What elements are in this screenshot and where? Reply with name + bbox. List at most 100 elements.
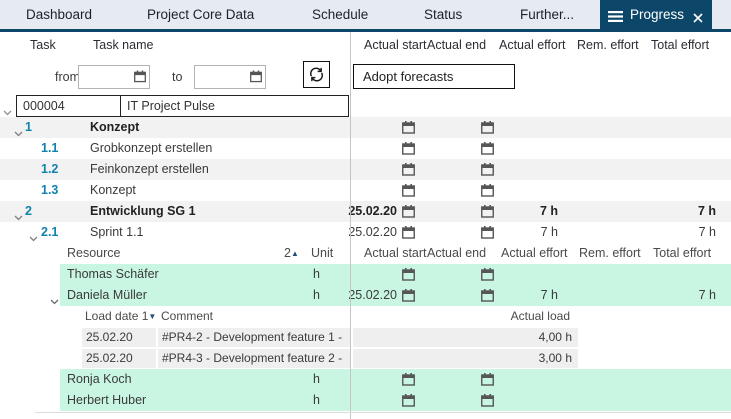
calendar-icon[interactable] <box>402 184 415 202</box>
calendar-icon[interactable] <box>402 205 415 223</box>
col-load-date[interactable]: Load date 1▼ <box>85 306 156 327</box>
panel-divider <box>350 32 351 419</box>
col-actual-start: Actual start <box>364 243 427 264</box>
to-label: to <box>172 65 182 89</box>
to-date-field <box>194 65 266 89</box>
refresh-button[interactable] <box>303 61 330 88</box>
task-id: 1.3 <box>41 180 58 201</box>
col-actual-start: Actual start <box>364 34 427 57</box>
task-row[interactable]: 1 Konzept <box>0 117 731 138</box>
calendar-icon[interactable] <box>481 289 494 307</box>
resource-name: Herbert Huber <box>67 390 146 411</box>
sort-desc-icon: ▼ <box>148 312 156 321</box>
calendar-icon[interactable] <box>402 121 415 139</box>
resource-name: Thomas Schäfer <box>67 264 159 285</box>
project-row[interactable]: 000004 IT Project Pulse <box>0 96 731 117</box>
grid-header-row: Task Task name Actual start Actual end A… <box>0 34 731 57</box>
col-unit[interactable]: Unit <box>311 243 333 264</box>
table-bottom-border <box>35 412 731 413</box>
project-id-cell[interactable]: 000004 <box>16 95 121 117</box>
load-row[interactable]: 25.02.20 #PR4-2 - Development feature 1 … <box>0 327 731 348</box>
calendar-icon[interactable] <box>402 163 415 181</box>
col-total-effort: Total effort <box>653 243 711 264</box>
resource-header-row: Resource 2▲ Unit Actual start Actual end… <box>0 243 731 264</box>
actual-effort-value: 7 h <box>495 222 558 243</box>
calendar-icon[interactable] <box>481 163 494 181</box>
resource-unit: h <box>313 264 320 285</box>
resource-row[interactable]: Herbert Huber h <box>0 390 731 411</box>
col-task: Task <box>30 34 56 57</box>
task-name: Sprint 1.1 <box>90 222 144 243</box>
task-row[interactable]: 1.1 Grobkonzept erstellen <box>0 138 731 159</box>
calendar-icon[interactable] <box>402 373 415 391</box>
col-rem-effort: Rem. effort <box>577 34 639 57</box>
task-row[interactable]: 2 Entwicklung SG 1 25.02.20 7 h 7 h <box>0 201 731 222</box>
tab-project-core-data[interactable]: Project Core Data <box>147 0 254 29</box>
task-row[interactable]: 1.2 Feinkonzept erstellen <box>0 159 731 180</box>
from-date-input[interactable] <box>81 66 133 88</box>
calendar-icon[interactable] <box>481 121 494 139</box>
calendar-icon[interactable] <box>481 394 494 412</box>
task-name: Feinkonzept erstellen <box>90 159 209 180</box>
tab-status[interactable]: Status <box>424 0 462 29</box>
load-header-row: Load date 1▼ Comment Actual load <box>0 306 731 327</box>
calendar-icon[interactable] <box>481 373 494 391</box>
calendar-icon[interactable] <box>402 142 415 160</box>
resource-unit: h <box>313 390 320 411</box>
load-comment: #PR4-2 - Development feature 1 - <box>158 328 350 347</box>
resource-row[interactable]: Ronja Koch h <box>0 369 731 390</box>
resource-name: Daniela Müller <box>67 285 147 306</box>
calendar-icon[interactable] <box>134 70 146 88</box>
task-id: 2.1 <box>41 222 58 243</box>
task-name: Konzept <box>90 180 136 201</box>
sort-indicator[interactable]: 2▲ <box>284 243 299 264</box>
tab-further[interactable]: Further... <box>520 0 574 29</box>
col-actual-load[interactable]: Actual load <box>450 306 570 327</box>
calendar-icon[interactable] <box>481 268 494 286</box>
actual-start-value: 25.02.20 <box>340 285 397 306</box>
col-task-name: Task name <box>93 34 153 57</box>
calendar-icon[interactable] <box>402 394 415 412</box>
load-date: 25.02.20 <box>82 349 156 368</box>
task-row[interactable]: 2.1 Sprint 1.1 25.02.20 7 h 7 h <box>0 222 731 243</box>
resource-row[interactable]: Thomas Schäfer h <box>0 264 731 285</box>
resource-name: Ronja Koch <box>67 369 132 390</box>
calendar-icon[interactable] <box>481 184 494 202</box>
col-actual-end: Actual end <box>427 243 486 264</box>
total-effort-value: 7 h <box>640 222 716 243</box>
calendar-icon[interactable] <box>402 226 415 244</box>
calendar-icon[interactable] <box>481 142 494 160</box>
col-resource[interactable]: Resource <box>67 243 121 264</box>
project-name-cell[interactable]: IT Project Pulse <box>120 95 349 117</box>
actual-effort-value: 7 h <box>495 285 558 306</box>
from-label: from <box>55 65 80 89</box>
resource-unit: h <box>313 285 320 306</box>
menu-icon[interactable] <box>608 9 623 27</box>
calendar-icon[interactable] <box>481 226 494 244</box>
close-icon[interactable] <box>693 10 703 28</box>
load-row[interactable]: 25.02.20 #PR4-3 - Development feature 2 … <box>0 348 731 369</box>
tab-progress[interactable]: Progress <box>600 0 712 32</box>
tab-bar: Dashboard Project Core Data Schedule Sta… <box>0 0 731 32</box>
task-name: Entwicklung SG 1 <box>90 201 196 222</box>
tab-schedule[interactable]: Schedule <box>312 0 368 29</box>
col-comment[interactable]: Comment <box>161 306 213 327</box>
calendar-icon[interactable] <box>481 205 494 223</box>
from-date-field <box>78 65 150 89</box>
task-name: Konzept <box>90 117 139 138</box>
task-id: 1.1 <box>41 138 58 159</box>
calendar-icon[interactable] <box>402 268 415 286</box>
progress-window: Dashboard Project Core Data Schedule Sta… <box>0 0 731 419</box>
actual-start-value: 25.02.20 <box>340 222 397 243</box>
col-actual-effort: Actual effort <box>501 243 567 264</box>
resource-row[interactable]: Daniela Müller h 25.02.20 7 h 7 h <box>0 285 731 306</box>
task-row[interactable]: 1.3 Konzept <box>0 180 731 201</box>
adopt-forecasts-button[interactable]: Adopt forecasts <box>353 64 515 89</box>
calendar-icon[interactable] <box>402 289 415 307</box>
tab-progress-label: Progress <box>630 0 684 29</box>
calendar-icon[interactable] <box>250 70 262 88</box>
load-value: 4,00 h <box>353 328 578 347</box>
tab-dashboard[interactable]: Dashboard <box>26 0 92 29</box>
to-date-input[interactable] <box>197 66 249 88</box>
resource-unit: h <box>313 369 320 390</box>
